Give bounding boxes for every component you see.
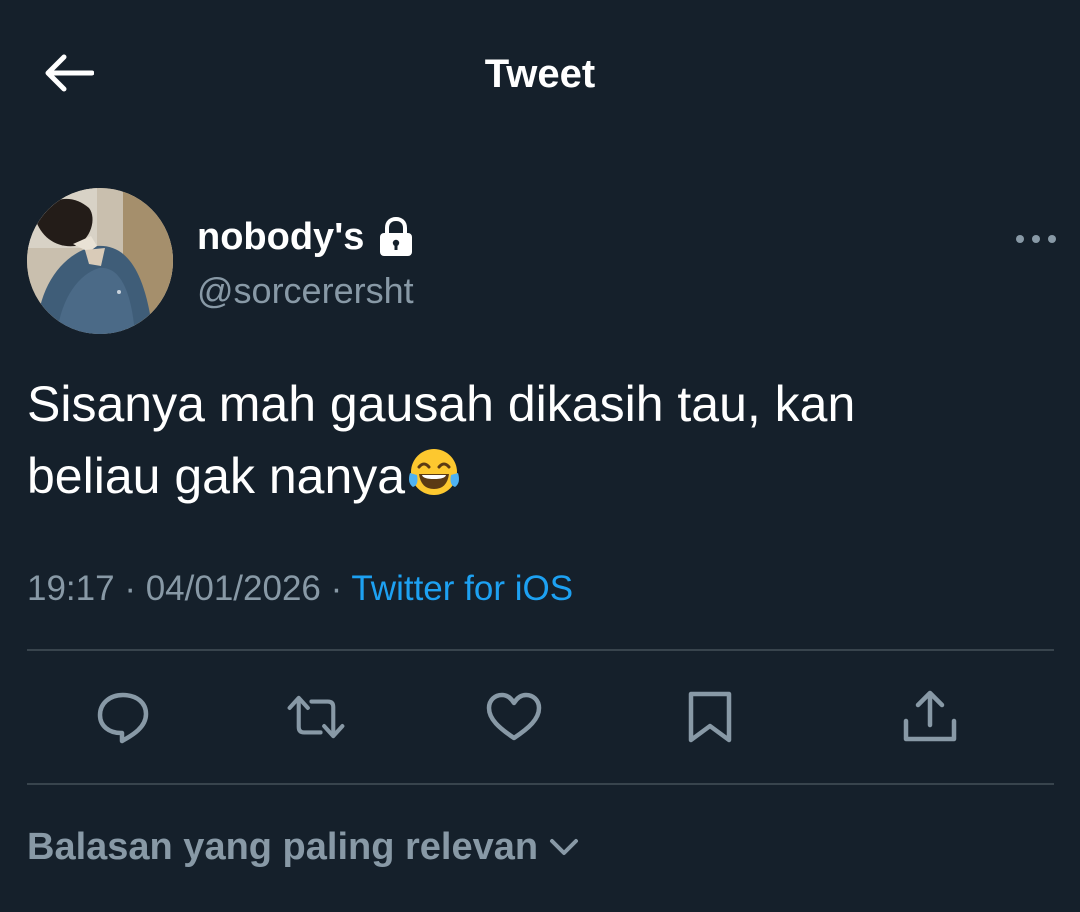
replies-sort-label: Balasan yang paling relevan [27, 826, 539, 868]
avatar[interactable] [27, 188, 173, 334]
author-name-row[interactable]: nobody's [197, 212, 416, 262]
heart-icon [486, 692, 542, 741]
meta-separator: · [114, 569, 146, 608]
share-button[interactable] [900, 689, 960, 745]
tweet-detail-screen: Tweet nobody's @sorcerersht Sisanya mah … [0, 0, 1080, 912]
avatar-photo [27, 188, 173, 334]
bookmark-icon [688, 691, 732, 743]
more-options-button[interactable] [1010, 222, 1062, 256]
share-icon [903, 690, 957, 742]
author-handle[interactable]: @sorcerersht [197, 268, 414, 314]
face-with-tears-of-joy-icon [407, 445, 461, 499]
meta-separator: · [320, 569, 352, 608]
tweet-metadata: 19:17 · 04/01/2026 · Twitter for iOS [27, 566, 573, 612]
tweet-source-link[interactable]: Twitter for iOS [351, 569, 573, 608]
tweet-actions-bar [0, 652, 1080, 782]
lock-icon [378, 217, 416, 257]
more-horizontal-icon [1016, 235, 1056, 243]
like-button[interactable] [484, 689, 544, 745]
divider-top [27, 649, 1054, 651]
author-display-name[interactable]: nobody's [197, 212, 364, 262]
tweet-text-line-2: beliau gak nanya [27, 440, 1047, 512]
divider-bottom [27, 783, 1054, 785]
tweet-text: Sisanya mah gausah dikasih tau, kan beli… [27, 368, 1047, 512]
reply-icon [97, 692, 149, 744]
bookmark-button[interactable] [680, 689, 740, 745]
retweet-button[interactable] [286, 689, 346, 745]
tweet-text-line-2-text: beliau gak nanya [27, 448, 406, 504]
retweet-icon [287, 695, 345, 739]
top-bar: Tweet [0, 0, 1080, 150]
chevron-down-icon [548, 832, 582, 862]
tweet-date: 04/01/2026 [145, 569, 321, 608]
tweet-text-line-1: Sisanya mah gausah dikasih tau, kan [27, 376, 856, 432]
replies-sort-selector[interactable]: Balasan yang paling relevan [27, 822, 582, 872]
tweet-time: 19:17 [27, 569, 115, 608]
page-title: Tweet [484, 52, 596, 96]
reply-button[interactable] [93, 689, 153, 745]
